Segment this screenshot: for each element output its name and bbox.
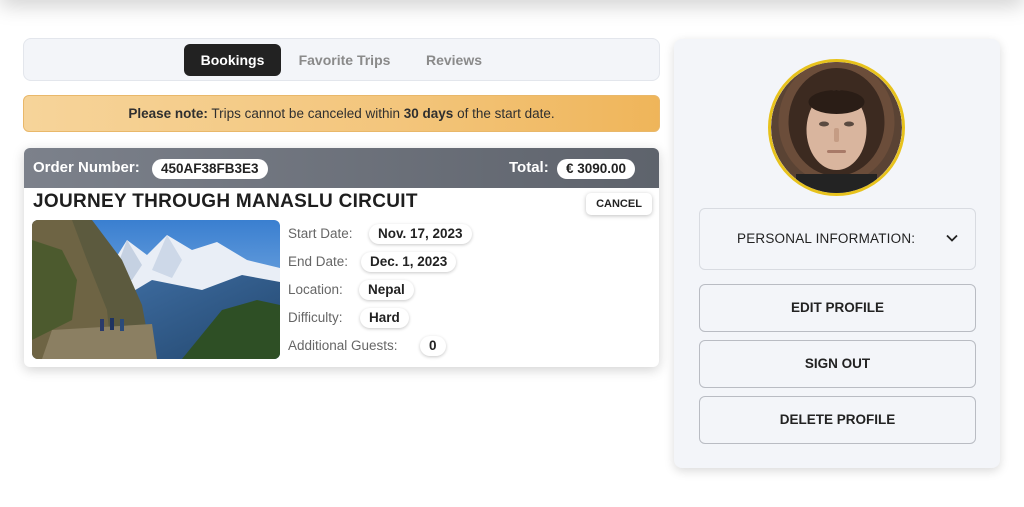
- personal-information-label: PERSONAL INFORMATION:: [737, 231, 916, 246]
- total-label: Total:: [509, 159, 549, 176]
- guests-label: Additional Guests:: [288, 338, 398, 353]
- tab-bookings[interactable]: Bookings: [184, 44, 281, 76]
- sign-out-button[interactable]: SIGN OUT: [699, 340, 976, 388]
- delete-profile-button[interactable]: DELETE PROFILE: [699, 396, 976, 444]
- difficulty-value: Hard: [360, 308, 409, 328]
- profile-panel: PERSONAL INFORMATION: EDIT PROFILE SIGN …: [674, 39, 1000, 468]
- booking-tabs: Bookings Favorite Trips Reviews: [23, 38, 660, 81]
- cancellation-notice: Please note: Trips cannot be canceled wi…: [23, 95, 660, 132]
- booking-card-header: Order Number: 450AF38FB3E3 Total: € 3090…: [24, 148, 659, 188]
- start-date-value: Nov. 17, 2023: [369, 224, 472, 244]
- location-label: Location:: [288, 282, 343, 297]
- order-number-label: Order Number:: [33, 159, 140, 176]
- trip-title: JOURNEY THROUGH MANASLU CIRCUIT: [33, 191, 418, 212]
- avatar: [768, 59, 905, 196]
- chevron-down-icon: [945, 231, 959, 245]
- cancel-booking-button[interactable]: CANCEL: [586, 193, 652, 215]
- difficulty-label: Difficulty:: [288, 310, 343, 325]
- tab-reviews[interactable]: Reviews: [412, 44, 496, 76]
- trip-image: [32, 220, 280, 359]
- location-value: Nepal: [359, 280, 414, 300]
- notice-text-2: of the start date.: [453, 106, 555, 121]
- edit-profile-button[interactable]: EDIT PROFILE: [699, 284, 976, 332]
- guests-value: 0: [420, 336, 446, 356]
- notice-prefix: Please note:: [128, 106, 208, 121]
- end-date-value: Dec. 1, 2023: [361, 252, 457, 272]
- booking-card: Order Number: 450AF38FB3E3 Total: € 3090…: [24, 148, 659, 367]
- notice-text-1: Trips cannot be canceled within: [207, 106, 404, 121]
- total-value: € 3090.00: [557, 159, 636, 179]
- end-date-label: End Date:: [288, 254, 349, 269]
- order-number-value: 450AF38FB3E3: [152, 159, 268, 179]
- notice-highlight: 30 days: [403, 106, 454, 121]
- start-date-label: Start Date:: [288, 226, 353, 241]
- personal-information-accordion[interactable]: PERSONAL INFORMATION:: [699, 208, 976, 270]
- tab-favorite-trips[interactable]: Favorite Trips: [287, 44, 402, 76]
